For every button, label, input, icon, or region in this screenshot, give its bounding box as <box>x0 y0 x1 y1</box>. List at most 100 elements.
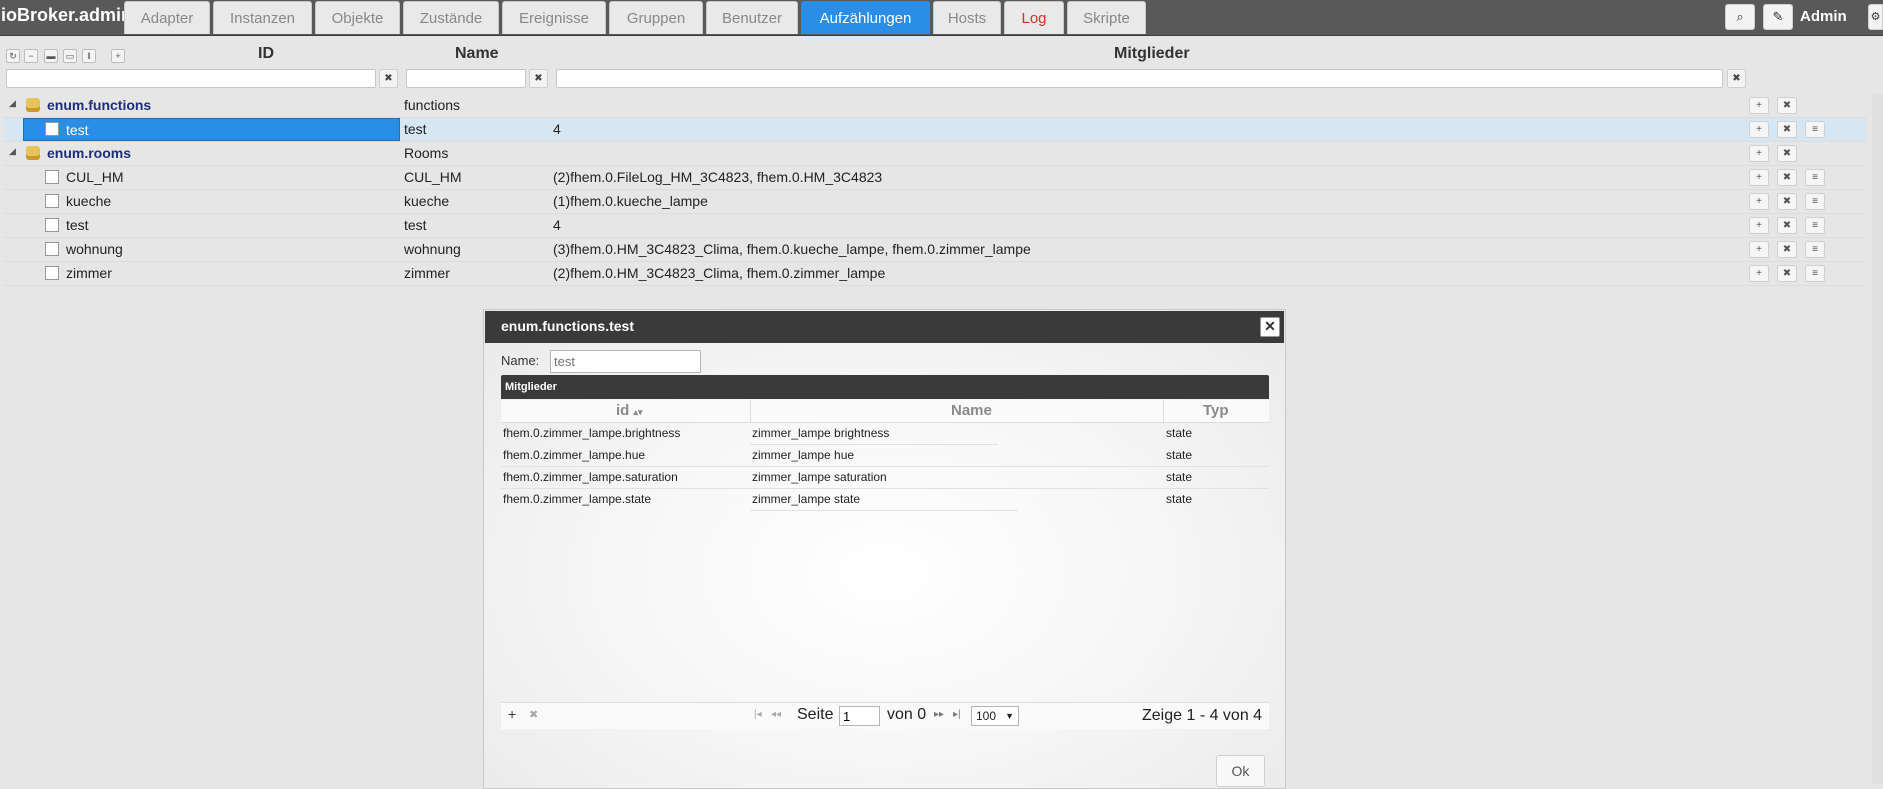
edit-button[interactable]: ≡ <box>1805 169 1825 186</box>
grid-header-type[interactable]: Typ <box>1203 402 1229 419</box>
tree-row-zimmer[interactable]: zimmer zimmer (2)fhem.0.HM_3C4823_Clima,… <box>4 262 1866 286</box>
grid-row[interactable]: fhem.0.zimmer_lampe.saturation zimmer_la… <box>501 467 1269 489</box>
page-count: von 0 <box>887 706 927 723</box>
app-title: ioBroker.admin <box>1 5 133 25</box>
selected-cell[interactable]: test <box>23 118 400 141</box>
dialog-titlebar[interactable]: enum.functions.test ✕ <box>485 311 1284 343</box>
grid-header-name[interactable]: Name <box>951 402 992 419</box>
add-icon[interactable]: + <box>111 49 125 63</box>
clear-members-filter-button[interactable]: ✖ <box>1727 69 1746 88</box>
dialog-close-button[interactable]: ✕ <box>1260 317 1280 337</box>
add-child-button[interactable]: + <box>1749 217 1769 234</box>
search-button[interactable]: ⌕ <box>1725 4 1755 30</box>
add-child-button[interactable]: + <box>1749 145 1769 162</box>
id-filter-input[interactable] <box>6 69 376 88</box>
trash-icon: ✖ <box>1782 196 1792 207</box>
ok-button[interactable]: Ok <box>1216 755 1265 787</box>
document-icon <box>45 194 59 208</box>
scrollbar[interactable] <box>1872 94 1883 784</box>
collapse-all-icon[interactable]: − <box>24 49 38 63</box>
folder-closed-icon[interactable]: ▬ <box>44 49 58 63</box>
trash-icon: ✖ <box>1782 148 1792 159</box>
pencil-icon: ✎ <box>1772 9 1784 24</box>
settings-button[interactable]: ⚙ <box>1868 4 1883 30</box>
enum-edit-dialog: enum.functions.test ✕ Name: Mitglieder i… <box>483 309 1286 789</box>
tree-row-enum-rooms[interactable]: ◢ enum.rooms Rooms + ✖ <box>4 142 1866 166</box>
members-grid-header: id ▴▾ Name Typ <box>501 400 1269 423</box>
tree-row-wohnung[interactable]: wohnung wohnung (3)fhem.0.HM_3C4823_Clim… <box>4 238 1866 262</box>
tab-aufzaehlungen[interactable]: Aufzählungen <box>801 1 930 34</box>
delete-button[interactable]: ✖ <box>1777 241 1797 258</box>
delete-button[interactable]: ✖ <box>1777 121 1797 138</box>
tree-row-id: zimmer <box>66 265 112 281</box>
delete-button[interactable]: ✖ <box>1777 145 1797 162</box>
add-child-button[interactable]: + <box>1749 193 1769 210</box>
columns-icon[interactable]: ‖ <box>82 49 96 63</box>
delete-button[interactable]: ✖ <box>1777 169 1797 186</box>
grid-cell-id: fhem.0.zimmer_lampe.saturation <box>503 470 678 484</box>
tree-row-members: 4 <box>553 121 561 137</box>
delete-button[interactable]: ✖ <box>1777 193 1797 210</box>
tab-hosts[interactable]: Hosts <box>933 1 1001 34</box>
add-child-button[interactable]: + <box>1749 241 1769 258</box>
close-icon: ✖ <box>384 73 393 84</box>
grid-row[interactable]: fhem.0.zimmer_lampe.state zimmer_lampe s… <box>501 489 1269 511</box>
edit-button[interactable]: ≡ <box>1805 265 1825 282</box>
tab-objekte[interactable]: Objekte <box>315 1 400 34</box>
tree-row-cul-hm[interactable]: CUL_HM CUL_HM (2)fhem.0.FileLog_HM_3C482… <box>4 166 1866 190</box>
add-child-button[interactable]: + <box>1749 97 1769 114</box>
tree-row-test[interactable]: test test 4 + ✖ ≡ <box>4 214 1866 238</box>
tree-row-test-selected[interactable]: test test 4 + ✖ ≡ <box>4 118 1866 142</box>
add-member-button[interactable]: + <box>508 706 516 722</box>
tab-adapter[interactable]: Adapter <box>124 1 210 34</box>
clear-name-filter-button[interactable]: ✖ <box>529 69 548 88</box>
grid-row[interactable]: fhem.0.zimmer_lampe.hue zimmer_lampe hue… <box>501 445 1269 467</box>
expand-toggle-icon[interactable]: ◢ <box>9 98 16 109</box>
trash-icon[interactable]: ✖ <box>529 708 538 721</box>
tab-skripte[interactable]: Skripte <box>1067 1 1146 34</box>
tree-row-id: test <box>66 122 89 138</box>
tree-row-enum-functions[interactable]: ◢ enum.functions functions + ✖ <box>4 94 1866 118</box>
members-filter-input[interactable] <box>556 69 1723 88</box>
edit-user-button[interactable]: ✎ <box>1763 4 1793 30</box>
tab-benutzer[interactable]: Benutzer <box>706 1 798 34</box>
edit-button[interactable]: ≡ <box>1805 217 1825 234</box>
grid-row[interactable]: fhem.0.zimmer_lampe.brightness zimmer_la… <box>501 423 1269 445</box>
user-name[interactable]: Admin <box>1800 8 1847 25</box>
refresh-icon[interactable]: ↻ <box>6 49 20 63</box>
tree-row-members: (1)fhem.0.kueche_lampe <box>553 193 708 209</box>
delete-button[interactable]: ✖ <box>1777 265 1797 282</box>
name-filter-input[interactable] <box>406 69 526 88</box>
clear-id-filter-button[interactable]: ✖ <box>379 69 398 88</box>
next-page-icon[interactable]: ▸▸ <box>934 709 944 720</box>
grid-cell-id: fhem.0.zimmer_lampe.state <box>503 492 652 506</box>
tree-row-members: (3)fhem.0.HM_3C4823_Clima, fhem.0.kueche… <box>553 241 1031 257</box>
tree-row-name: zimmer <box>404 265 450 281</box>
grid-cell-type: state <box>1166 470 1193 484</box>
rows-per-page-select[interactable]: 100 ▼ <box>971 706 1019 726</box>
expand-toggle-icon[interactable]: ◢ <box>9 146 16 157</box>
edit-button[interactable]: ≡ <box>1805 121 1825 138</box>
add-child-button[interactable]: + <box>1749 169 1769 186</box>
tab-log[interactable]: Log <box>1004 1 1064 34</box>
add-child-button[interactable]: + <box>1749 121 1769 138</box>
last-page-icon[interactable]: ▸| <box>953 709 961 720</box>
tab-instanzen[interactable]: Instanzen <box>213 1 312 34</box>
edit-button[interactable]: ≡ <box>1805 241 1825 258</box>
tab-gruppen[interactable]: Gruppen <box>609 1 703 34</box>
grid-header-id[interactable]: id ▴▾ <box>616 402 643 419</box>
tab-zustaende[interactable]: Zustände <box>403 1 499 34</box>
page-input[interactable] <box>839 706 880 726</box>
folder-open-icon[interactable]: ▭ <box>63 49 77 63</box>
prev-page-icon[interactable]: ◂◂ <box>771 709 781 720</box>
dialog-title: enum.functions.test <box>501 318 635 334</box>
name-input[interactable] <box>550 350 701 373</box>
list-icon: ≡ <box>1812 220 1818 231</box>
edit-button[interactable]: ≡ <box>1805 193 1825 210</box>
add-child-button[interactable]: + <box>1749 265 1769 282</box>
tab-ereignisse[interactable]: Ereignisse <box>502 1 606 34</box>
delete-button[interactable]: ✖ <box>1777 217 1797 234</box>
first-page-icon[interactable]: |◂ <box>754 709 762 720</box>
delete-button[interactable]: ✖ <box>1777 97 1797 114</box>
tree-row-kueche[interactable]: kueche kueche (1)fhem.0.kueche_lampe + ✖… <box>4 190 1866 214</box>
